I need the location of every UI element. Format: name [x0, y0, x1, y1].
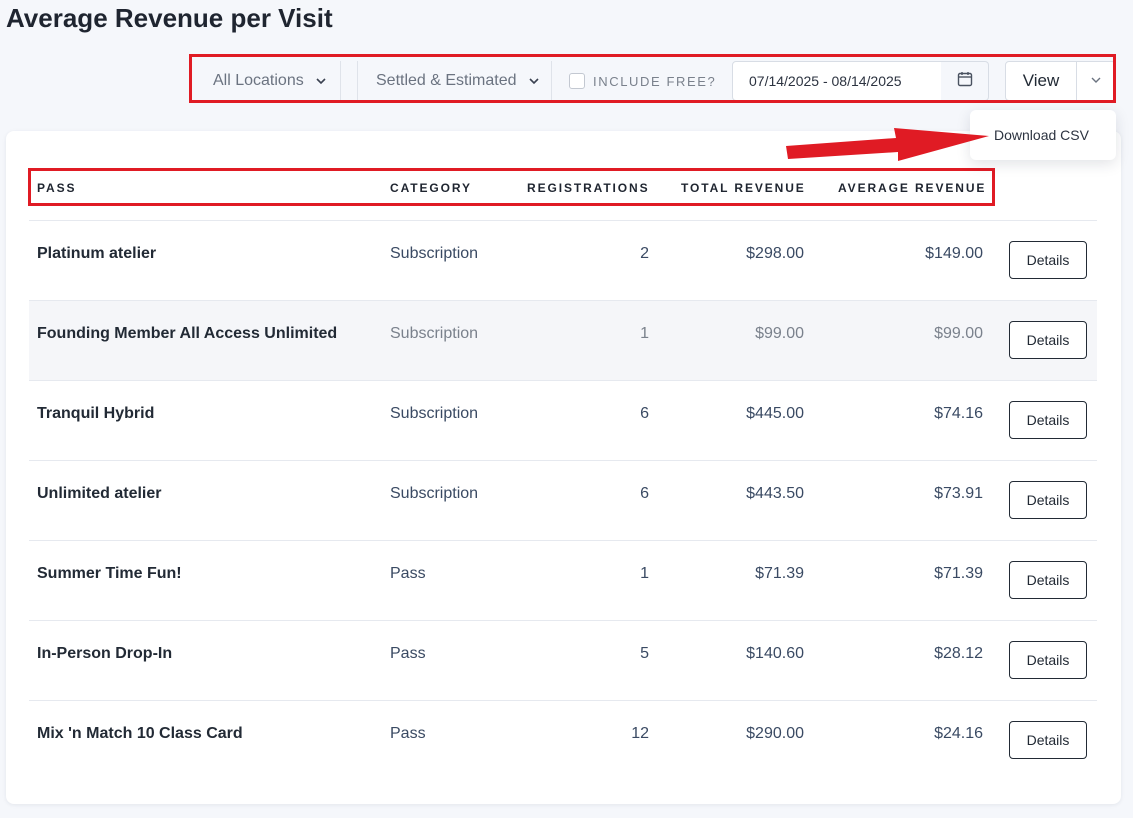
category: Subscription [390, 405, 479, 422]
total-revenue: $99.00 [755, 325, 804, 342]
registrations: 2 [640, 245, 649, 262]
registrations: 1 [640, 325, 649, 342]
arrow-annotation [786, 128, 989, 161]
details-button[interactable]: Details [1009, 241, 1087, 279]
pass-name: Summer Time Fun! [37, 565, 182, 582]
date-range-value: 07/14/2025 - 08/14/2025 [749, 73, 902, 89]
download-csv-menu-item[interactable]: Download CSV [994, 127, 1089, 143]
column-header-registrations[interactable]: REGISTRATIONS [527, 181, 649, 195]
pass-name: Tranquil Hybrid [37, 405, 155, 422]
table-row: Tranquil Hybrid Subscription 6 $445.00 $… [29, 380, 1097, 460]
include-free-toggle[interactable]: INCLUDE FREE? [553, 61, 730, 101]
filter-toolbar: All Locations Settled & Estimated INCLUD… [192, 58, 1116, 104]
details-button[interactable]: Details [1009, 321, 1087, 359]
total-revenue: $298.00 [746, 245, 804, 262]
details-button[interactable]: Details [1009, 721, 1087, 759]
column-header-category[interactable]: CATEGORY [390, 181, 472, 195]
registrations: 6 [640, 485, 649, 502]
registrations: 1 [640, 565, 649, 582]
table-row: Summer Time Fun! Pass 1 $71.39 $71.39 De… [29, 540, 1097, 620]
registrations: 6 [640, 405, 649, 422]
table-row: Platinum atelier Subscription 2 $298.00 … [29, 220, 1097, 300]
location-select-value: All Locations [213, 72, 304, 89]
category: Subscription [390, 485, 479, 502]
include-free-label: INCLUDE FREE? [593, 73, 717, 89]
chevron-down-icon [316, 74, 326, 88]
category: Subscription [390, 245, 479, 262]
total-revenue: $443.50 [746, 485, 804, 502]
column-header-pass[interactable]: PASS [37, 181, 76, 195]
registrations: 5 [640, 645, 649, 662]
average-revenue: $74.16 [934, 405, 983, 422]
calendar-icon [957, 71, 973, 92]
table-row: Unlimited atelier Subscription 6 $443.50… [29, 460, 1097, 540]
average-revenue: $24.16 [934, 725, 983, 742]
category: Subscription [390, 325, 479, 342]
view-button-label: View [1022, 71, 1060, 90]
details-button[interactable]: Details [1009, 561, 1087, 599]
total-revenue: $71.39 [755, 565, 804, 582]
category: Pass [390, 725, 426, 742]
details-button[interactable]: Details [1009, 401, 1087, 439]
pass-name: Platinum atelier [37, 245, 157, 262]
revenue-type-select[interactable]: Settled & Estimated [357, 61, 552, 101]
details-button[interactable]: Details [1009, 641, 1087, 679]
pass-name: Founding Member All Access Unlimited [37, 325, 338, 342]
category: Pass [390, 645, 426, 662]
view-button[interactable]: View [1005, 61, 1077, 101]
total-revenue: $140.60 [746, 645, 804, 662]
table-row: Mix 'n Match 10 Class Card Pass 12 $290.… [29, 700, 1097, 780]
total-revenue: $290.00 [746, 725, 804, 742]
table-body: Platinum atelier Subscription 2 $298.00 … [29, 220, 1097, 780]
registrations: 12 [631, 725, 649, 742]
pass-name: In-Person Drop-In [37, 645, 173, 662]
chevron-down-icon [1091, 75, 1101, 87]
total-revenue: $445.00 [746, 405, 804, 422]
average-revenue: $71.39 [934, 565, 983, 582]
average-revenue: $73.91 [934, 485, 983, 502]
details-button[interactable]: Details [1009, 481, 1087, 519]
chevron-down-icon [528, 74, 539, 88]
average-revenue: $99.00 [934, 325, 983, 342]
location-select[interactable]: All Locations [195, 61, 341, 101]
calendar-button[interactable] [941, 61, 989, 101]
pass-name: Unlimited atelier [37, 485, 162, 502]
view-dropdown-toggle[interactable] [1076, 61, 1116, 101]
revenue-type-select-value: Settled & Estimated [376, 72, 517, 89]
pass-name: Mix 'n Match 10 Class Card [37, 725, 243, 742]
column-header-total-revenue[interactable]: TOTAL REVENUE [681, 181, 806, 195]
average-revenue: $28.12 [934, 645, 983, 662]
table-row: Founding Member All Access Unlimited Sub… [29, 300, 1097, 380]
table-row: In-Person Drop-In Pass 5 $140.60 $28.12 … [29, 620, 1097, 700]
category: Pass [390, 565, 426, 582]
page-title: Average Revenue per Visit [6, 3, 333, 33]
column-header-average-revenue[interactable]: AVERAGE REVENUE [838, 181, 986, 195]
date-range-input[interactable]: 07/14/2025 - 08/14/2025 [732, 61, 942, 101]
include-free-checkbox[interactable] [569, 73, 585, 89]
average-revenue: $149.00 [925, 245, 983, 262]
